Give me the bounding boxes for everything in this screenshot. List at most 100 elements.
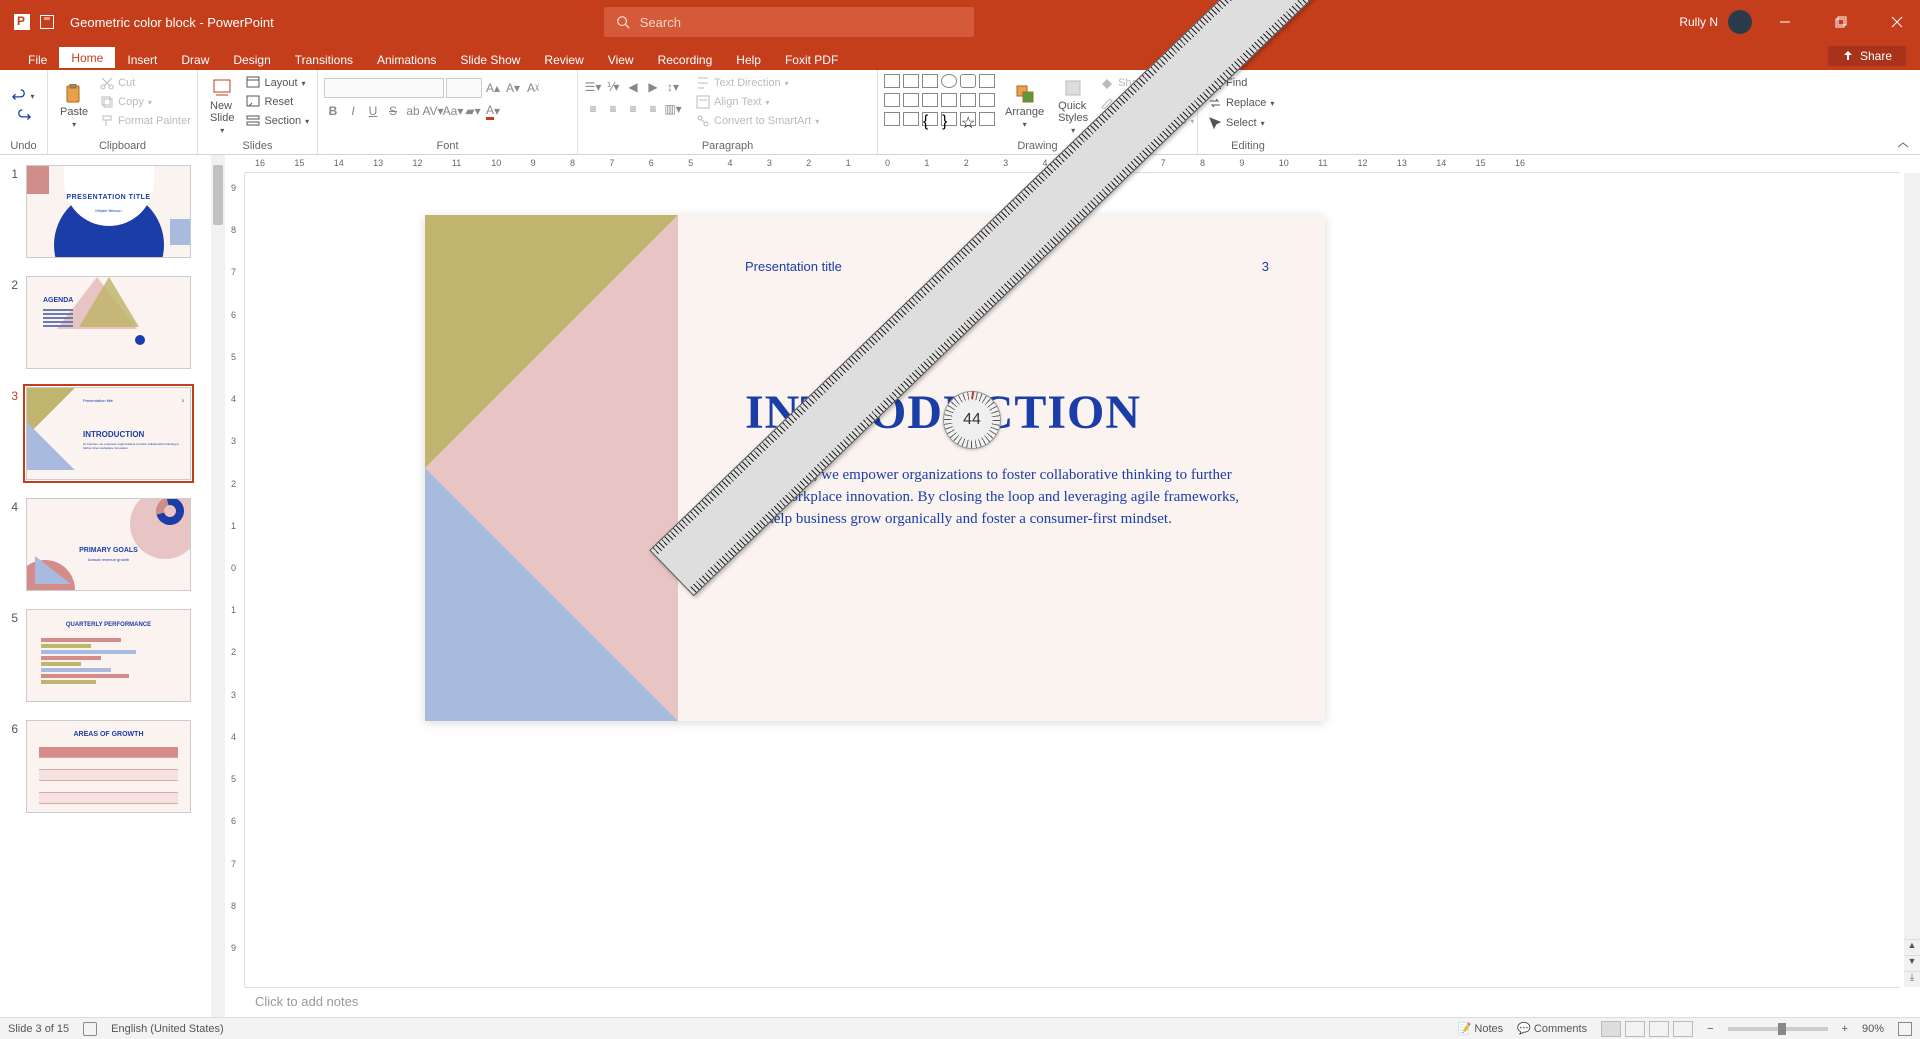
- group-label-font: Font: [324, 138, 571, 154]
- slide-page-number[interactable]: 3: [1262, 259, 1269, 274]
- section-icon: [246, 114, 260, 128]
- restore-button[interactable]: [1818, 0, 1864, 44]
- justify-button[interactable]: ≡: [644, 100, 662, 118]
- tab-design[interactable]: Design: [221, 49, 282, 70]
- tab-transitions[interactable]: Transitions: [283, 49, 365, 70]
- format-painter-button[interactable]: Format Painter: [96, 112, 195, 130]
- underline-button[interactable]: U: [364, 102, 382, 120]
- zoom-in-button[interactable]: +: [1842, 1023, 1848, 1035]
- thumbnail-2[interactable]: 2 AGENDA: [6, 276, 217, 369]
- slide-counter[interactable]: Slide 3 of 15: [8, 1023, 69, 1035]
- notes-toggle[interactable]: 📝 Notes: [1458, 1022, 1504, 1035]
- bullets-button[interactable]: ☰▾: [584, 78, 602, 96]
- numbering-button[interactable]: ⅟▾: [604, 78, 622, 96]
- decrease-font-button[interactable]: A▾: [504, 79, 522, 97]
- bold-button[interactable]: B: [324, 102, 342, 120]
- layout-button[interactable]: Layout▾: [242, 74, 313, 92]
- end-slide-button[interactable]: ⤓: [1904, 971, 1920, 987]
- language-indicator[interactable]: English (United States): [111, 1023, 224, 1035]
- tab-insert[interactable]: Insert: [115, 49, 169, 70]
- search-box[interactable]: Search: [604, 7, 974, 37]
- layout-icon: [246, 76, 260, 90]
- clear-formatting-button[interactable]: Aᵡ: [524, 79, 542, 97]
- zoom-out-button[interactable]: −: [1707, 1023, 1713, 1035]
- tab-file[interactable]: File: [16, 49, 59, 70]
- thumbnail-1[interactable]: 1 PRESENTATION TITLE Mirjam Nilsson: [6, 165, 217, 258]
- arrange-button[interactable]: Arrange▾: [999, 74, 1050, 138]
- tab-animations[interactable]: Animations: [365, 49, 448, 70]
- text-direction-button[interactable]: Text Direction▾: [692, 74, 823, 92]
- shapes-gallery[interactable]: {}☆: [884, 74, 997, 138]
- thumbnail-3[interactable]: 3 Presentation title 3 INTRODUCTION At C…: [6, 387, 217, 480]
- font-color-button[interactable]: A▾: [484, 102, 502, 120]
- normal-view-button[interactable]: [1601, 1021, 1621, 1037]
- tab-recording[interactable]: Recording: [646, 49, 725, 70]
- align-center-button[interactable]: ≡: [604, 100, 622, 118]
- thumbnail-6[interactable]: 6 AREAS OF GROWTH: [6, 720, 217, 813]
- smartart-button[interactable]: Convert to SmartArt▾: [692, 112, 823, 130]
- decrease-indent-button[interactable]: ◀: [624, 78, 642, 96]
- tab-help[interactable]: Help: [724, 49, 773, 70]
- paste-button[interactable]: Paste▾: [54, 74, 94, 138]
- cut-button[interactable]: Cut: [96, 74, 195, 92]
- undo-button[interactable]: ▾: [8, 87, 38, 105]
- char-spacing-button[interactable]: AV▾: [424, 102, 442, 120]
- avatar[interactable]: [1728, 10, 1752, 34]
- thumbnail-5[interactable]: 5 QUARTERLY PERFORMANCE: [6, 609, 217, 702]
- tab-draw[interactable]: Draw: [169, 49, 221, 70]
- align-text-button[interactable]: Align Text▾: [692, 93, 823, 111]
- font-size-input[interactable]: [446, 78, 482, 98]
- columns-button[interactable]: ▥▾: [664, 100, 682, 118]
- zoom-percent[interactable]: 90%: [1862, 1023, 1884, 1035]
- close-button[interactable]: [1874, 0, 1920, 44]
- copy-button[interactable]: Copy▾: [96, 93, 195, 111]
- accessibility-icon[interactable]: [83, 1022, 97, 1036]
- group-label-slides: Slides: [204, 138, 311, 154]
- next-slide-button[interactable]: ▼: [1904, 955, 1920, 971]
- tab-review[interactable]: Review: [532, 49, 595, 70]
- thumbnail-panel: 1 PRESENTATION TITLE Mirjam Nilsson 2 AG…: [0, 155, 225, 1017]
- change-case-button[interactable]: Aa▾: [444, 102, 462, 120]
- slide-canvas[interactable]: Presentation title 3 INTRODUCTION At Con…: [425, 215, 1325, 721]
- fit-to-window-button[interactable]: [1898, 1022, 1912, 1036]
- shadow-button[interactable]: ab: [404, 102, 422, 120]
- section-button[interactable]: Section▾: [242, 112, 313, 130]
- tab-slide-show[interactable]: Slide Show: [448, 49, 532, 70]
- reset-button[interactable]: Reset: [242, 93, 313, 111]
- comments-toggle[interactable]: 💬 Comments: [1517, 1022, 1587, 1035]
- sorter-view-button[interactable]: [1625, 1021, 1645, 1037]
- select-button[interactable]: Select▾: [1204, 114, 1292, 132]
- tab-home[interactable]: Home: [59, 47, 115, 70]
- line-spacing-button[interactable]: ↕▾: [664, 78, 682, 96]
- new-slide-button[interactable]: New Slide▾: [204, 74, 240, 138]
- save-icon[interactable]: [40, 15, 54, 29]
- slideshow-view-button[interactable]: [1673, 1021, 1693, 1037]
- replace-button[interactable]: Replace▾: [1204, 94, 1292, 112]
- align-left-button[interactable]: ≡: [584, 100, 602, 118]
- font-family-input[interactable]: [324, 78, 444, 98]
- slide-header[interactable]: Presentation title: [745, 259, 842, 274]
- notes-placeholder: Click to add notes: [255, 994, 358, 1009]
- increase-indent-button[interactable]: ▶: [644, 78, 662, 96]
- italic-button[interactable]: I: [344, 102, 362, 120]
- increase-font-button[interactable]: A▴: [484, 79, 502, 97]
- thumbnail-4[interactable]: 4 PRIMARY GOALS Annual revenue growth: [6, 498, 217, 591]
- align-right-button[interactable]: ≡: [624, 100, 642, 118]
- redo-button[interactable]: [13, 107, 35, 125]
- zoom-slider[interactable]: [1728, 1027, 1828, 1031]
- tab-foxit-pdf[interactable]: Foxit PDF: [773, 49, 850, 70]
- prev-slide-button[interactable]: ▲: [1904, 939, 1920, 955]
- highlight-button[interactable]: ▰▾: [464, 102, 482, 120]
- collapse-ribbon-button[interactable]: [1896, 138, 1910, 148]
- strikethrough-button[interactable]: S: [384, 102, 402, 120]
- editor-scrollbar[interactable]: ▲ ▼ ⤓: [1904, 173, 1920, 987]
- reading-view-button[interactable]: [1649, 1021, 1669, 1037]
- text-direction-icon: [696, 76, 710, 90]
- share-button[interactable]: Share: [1828, 46, 1906, 66]
- minimize-button[interactable]: [1762, 0, 1808, 44]
- thumbnail-scrollbar[interactable]: [211, 155, 225, 1017]
- ruler-angle-dial[interactable]: 44: [943, 391, 1001, 449]
- tab-view[interactable]: View: [596, 49, 646, 70]
- slide-body[interactable]: At Contoso, we empower organizations to …: [745, 465, 1245, 530]
- notes-pane[interactable]: Click to add notes: [245, 987, 1900, 1017]
